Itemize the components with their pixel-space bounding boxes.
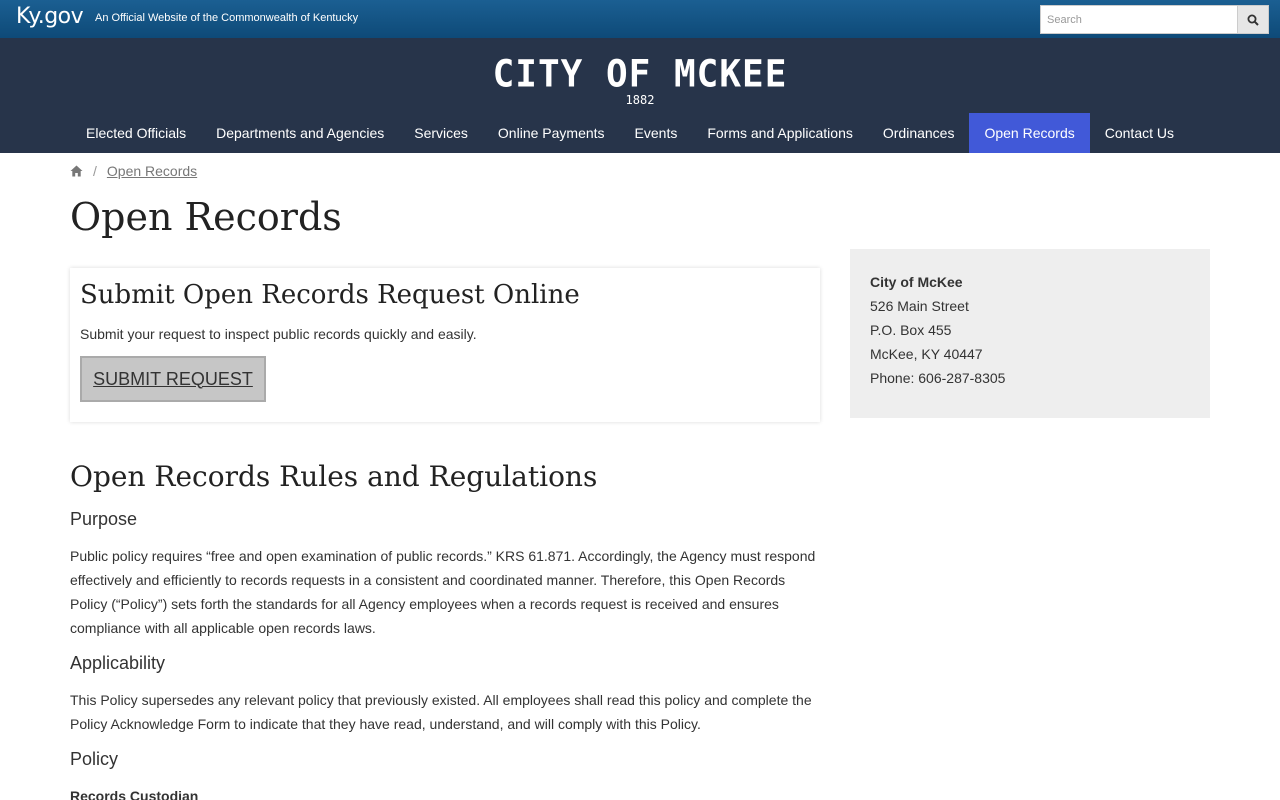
- sidebar-address1: 526 Main Street: [870, 298, 969, 314]
- search-icon: [1247, 14, 1259, 26]
- sidebar-phone: Phone: 606-287-8305: [870, 370, 1006, 386]
- sidebar-name: City of McKee: [870, 274, 963, 290]
- purpose-text: Public policy requires “free and open ex…: [70, 548, 816, 636]
- sidebar-address2: P.O. Box 455: [870, 322, 952, 338]
- nav-item-elected-officials[interactable]: Elected Officials: [71, 113, 201, 153]
- nav-item-departments[interactable]: Departments and Agencies: [201, 113, 399, 153]
- nav-item-forms[interactable]: Forms and Applications: [692, 113, 868, 153]
- applicability-heading: Applicability: [70, 653, 166, 673]
- purpose-heading: Purpose: [70, 509, 138, 529]
- applicability-text: This Policy supersedes any relevant poli…: [70, 692, 812, 732]
- kygov-bar: Ky.gov An Official Website of the Common…: [0, 0, 1280, 38]
- sidebar-city: McKee, KY 40447: [870, 346, 983, 362]
- policy-heading: Policy: [70, 749, 119, 769]
- site-logo-year: 1882: [625, 93, 655, 107]
- request-card-title: Submit Open Records Request Online: [80, 280, 580, 310]
- request-card: Submit Open Records Request Online Submi…: [70, 268, 820, 422]
- submit-request-button[interactable]: SUBMIT REQUEST: [80, 356, 266, 402]
- records-custodian-label: Records Custodian: [70, 788, 199, 800]
- contact-sidebar: City of McKee 526 Main Street P.O. Box 4…: [850, 249, 1210, 418]
- request-card-text: Submit your request to inspect public re…: [80, 326, 477, 342]
- breadcrumb: / Open Records: [70, 163, 197, 179]
- home-icon[interactable]: [70, 165, 83, 177]
- kygov-logo[interactable]: Ky.gov: [16, 4, 84, 29]
- kygov-tagline: An Official Website of the Commonwealth …: [95, 12, 359, 24]
- nav-item-events[interactable]: Events: [620, 113, 693, 153]
- site-header: CITY OF MCKEE 1882 Elected Officials Dep…: [0, 38, 1280, 153]
- main-nav: Elected Officials Departments and Agenci…: [71, 113, 1189, 153]
- rules-heading: Open Records Rules and Regulations: [70, 460, 598, 493]
- nav-item-services[interactable]: Services: [399, 113, 483, 153]
- search-input[interactable]: [1040, 5, 1238, 34]
- nav-item-online-payments[interactable]: Online Payments: [483, 113, 620, 153]
- nav-item-ordinances[interactable]: Ordinances: [868, 113, 970, 153]
- page-title: Open Records: [70, 195, 342, 239]
- nav-item-contact-us[interactable]: Contact Us: [1090, 113, 1189, 153]
- search-button[interactable]: [1237, 5, 1269, 34]
- nav-item-open-records[interactable]: Open Records: [969, 113, 1090, 153]
- breadcrumb-separator: /: [93, 163, 97, 179]
- site-logo-title[interactable]: CITY OF MCKEE: [0, 53, 1280, 96]
- breadcrumb-current[interactable]: Open Records: [107, 163, 197, 179]
